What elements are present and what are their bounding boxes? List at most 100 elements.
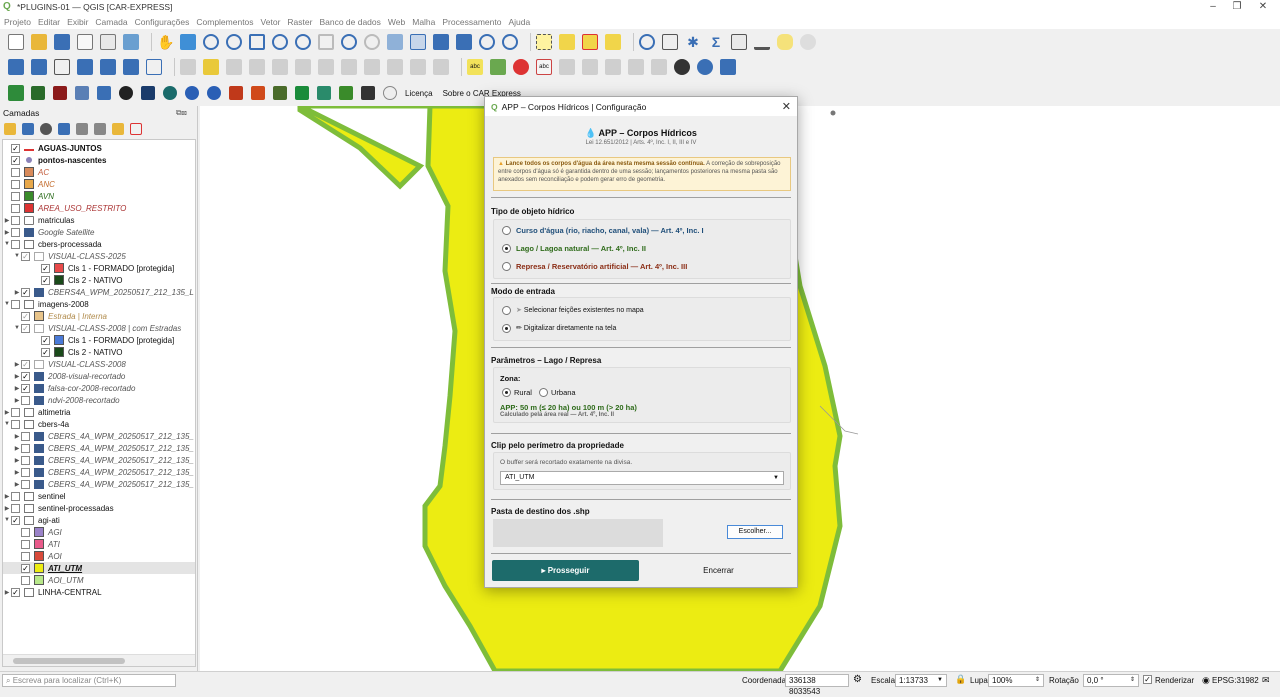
dialog-close-icon[interactable]: ✕ [782,100,791,113]
layer-checkbox[interactable] [11,215,20,225]
layer-checkbox[interactable]: ✓ [21,563,30,573]
save-project-icon[interactable] [54,34,70,50]
layer-checkbox[interactable] [11,167,20,177]
move-label-icon[interactable] [559,59,575,75]
layer-row[interactable]: ▶ ndvi-2008-recortado [3,394,195,406]
change-label-icon[interactable] [605,59,621,75]
layout-manager-icon[interactable] [731,34,747,50]
redo-icon[interactable] [433,59,449,75]
layer-row[interactable]: AOI [3,550,195,562]
undo-icon[interactable] [410,59,426,75]
crs-label[interactable]: EPSG:31982 [1212,676,1259,685]
class-row[interactable]: ✓ Cls 2 - NATIVO [3,274,195,286]
zona-option-urbana[interactable]: Urbana [551,388,576,397]
measure-icon[interactable] [754,34,770,50]
diagram-icon[interactable] [628,59,644,75]
expand-arrow-icon[interactable]: ▶ [13,469,21,476]
label-layer-icon[interactable] [490,59,506,75]
menu-exibir[interactable]: Exibir [67,17,88,27]
zona-option-rural[interactable]: Rural [514,388,532,397]
cut-icon[interactable] [341,59,357,75]
expand-arrow-icon[interactable]: ▼ [3,517,11,523]
dest-path-field[interactable] [493,519,663,547]
layer-checkbox[interactable] [21,479,30,489]
plugin-search-icon[interactable] [185,86,199,100]
tipo-option-curso[interactable]: Curso d'água (rio, riacho, canal, vala) … [516,226,704,235]
tipo-radio-lago[interactable] [502,244,511,253]
expand-arrow-icon[interactable]: ▶ [3,589,11,596]
layer-row[interactable]: AC [3,166,195,178]
layer-checkbox[interactable] [21,527,30,537]
expand-arrow-icon[interactable]: ▶ [13,481,21,488]
zoom-selection-icon[interactable] [272,34,288,50]
layer-checkbox[interactable]: ✓ [41,335,50,345]
lock-icon[interactable]: 🔒 [955,674,966,685]
class-row[interactable]: ✓ Cls 2 - NATIVO [3,346,195,358]
menu-processamento[interactable]: Processamento [442,17,501,27]
show-bookmarks-icon[interactable] [456,34,472,50]
expand-arrow-icon[interactable]: ▼ [13,253,21,259]
tipo-radio-represa[interactable] [502,262,511,271]
save-edits-icon[interactable] [226,59,242,75]
new-3d-map-icon[interactable] [410,34,426,50]
tipo-option-lago[interactable]: Lago / Lagoa natural — Art. 4º, Inc. II [516,244,646,253]
layer-row[interactable]: ✓ AGUAS-JUNTOS [3,142,195,154]
layer-row[interactable]: ✓ pontos-nascentes [3,154,195,166]
plugin-gear-icon[interactable] [75,86,89,100]
tipo-option-represa[interactable]: Represa / Reservatório artificial — Art.… [516,262,687,271]
filter-icon[interactable] [58,123,70,135]
layer-checkbox[interactable]: ✓ [41,347,50,357]
plugin-compass-icon[interactable] [163,86,177,100]
modo-radio-selecionar[interactable] [502,306,511,315]
layers-hscrollbar[interactable] [3,654,195,666]
rotation-field[interactable]: 0,0 ° ⇕ [1083,674,1139,687]
menu-vetor[interactable]: Vetor [261,17,281,27]
expand-arrow-icon[interactable]: ▼ [3,421,11,427]
modo-option-selecionar[interactable]: ➤ Selecionar feições existentes no mapa [516,306,644,314]
zona-radio-urbana[interactable] [539,388,548,397]
layer-row[interactable]: ▶ ✓ CBERS4A_WPM_20250517_212_135_L [3,286,195,298]
layer-checkbox[interactable] [11,407,20,417]
move-layer-icon[interactable] [112,123,124,135]
group-row[interactable]: ▼ ✓ agi-ati [3,514,195,526]
locator-search-input[interactable]: ⌕ Escreva para localizar (Ctrl+K) [2,674,176,687]
select-by-value-icon[interactable] [559,34,575,50]
layer-checkbox[interactable]: ✓ [21,383,30,393]
group-row[interactable]: ▶ ✓ VISUAL-CLASS-2008 [3,358,195,370]
group-row[interactable]: ▶ sentinel-processadas [3,502,195,514]
refresh-icon[interactable] [502,34,518,50]
pan-to-selection-icon[interactable] [180,34,196,50]
toggle-editing-icon[interactable] [203,59,219,75]
zoom-native-icon[interactable] [318,34,334,50]
expand-arrow-icon[interactable]: ▶ [3,409,11,416]
show-hide-label-icon[interactable]: abc [536,59,552,75]
expand-arrow-icon[interactable]: ▶ [3,217,11,224]
group-row[interactable]: ▼ ✓ VISUAL-CLASS-2025 [3,250,195,262]
modo-option-digitalizar[interactable]: ✏ Digitalizar diretamente na tela [516,324,616,332]
layer-checkbox[interactable] [21,455,30,465]
scroll-thumb[interactable] [13,658,125,664]
layer-row[interactable]: ▶ CBERS_4A_WPM_20250517_212_135_ [3,442,195,454]
menu-editar[interactable]: Editar [38,17,60,27]
expand-arrow-icon[interactable]: ▶ [13,445,21,452]
paste-icon[interactable] [387,59,403,75]
group-row[interactable]: ▶ matriculas [3,214,195,226]
plugin-landscape-icon[interactable] [273,86,287,100]
label-icon[interactable]: abc [467,59,483,75]
new-geopackage-icon[interactable] [31,59,47,75]
move-feature-icon[interactable] [295,59,311,75]
expand-arrow-icon[interactable]: ▶ [13,385,21,392]
data-source-manager-icon[interactable] [8,59,24,75]
choose-folder-button[interactable]: Escolher... [727,525,783,539]
layer-checkbox[interactable]: ✓ [21,359,30,369]
rotate-label-icon[interactable] [582,59,598,75]
modo-radio-digitalizar[interactable] [502,324,511,333]
expand-arrow-icon[interactable]: ▼ [3,301,11,307]
digitize-icon[interactable] [249,59,265,75]
vertex-tool-icon[interactable] [272,59,288,75]
zoom-in-icon[interactable] [203,34,219,50]
statistics-icon[interactable]: Σ [708,34,724,50]
layer-row[interactable]: ▶ CBERS_4A_WPM_20250517_212_135_ [3,466,195,478]
restore-button[interactable]: ❐ [1224,0,1250,14]
add-raster-icon[interactable] [100,59,116,75]
